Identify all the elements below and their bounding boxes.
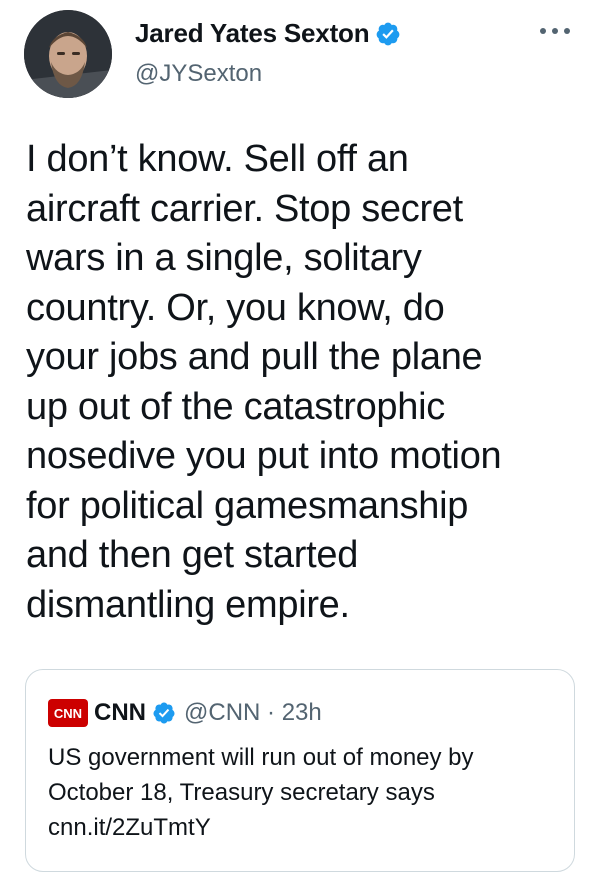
- more-options-icon[interactable]: [535, 20, 575, 42]
- quoted-tweet-card[interactable]: CNN CNN @CNN · 23h US government will ru…: [25, 669, 575, 872]
- quoted-tweet-header: CNN CNN @CNN · 23h: [48, 699, 322, 727]
- cnn-logo-icon: CNN: [48, 699, 88, 727]
- tweet-text: I don’t know. Sell off an aircraft carri…: [26, 138, 502, 626]
- cnn-logo-text: CNN: [54, 706, 82, 721]
- author-handle[interactable]: @JYSexton: [135, 60, 262, 88]
- author-name[interactable]: Jared Yates Sexton: [135, 18, 370, 49]
- avatar[interactable]: [24, 10, 112, 98]
- quoted-tweet-text: US government will run out of money by O…: [48, 744, 474, 841]
- avatar-image: [24, 10, 112, 98]
- author-name-row[interactable]: Jared Yates Sexton: [135, 18, 401, 49]
- verified-badge-icon: [153, 702, 175, 724]
- verified-badge-icon: [377, 22, 400, 45]
- quoted-handle-time[interactable]: @CNN · 23h: [184, 699, 322, 727]
- quoted-author-name[interactable]: CNN: [94, 699, 146, 727]
